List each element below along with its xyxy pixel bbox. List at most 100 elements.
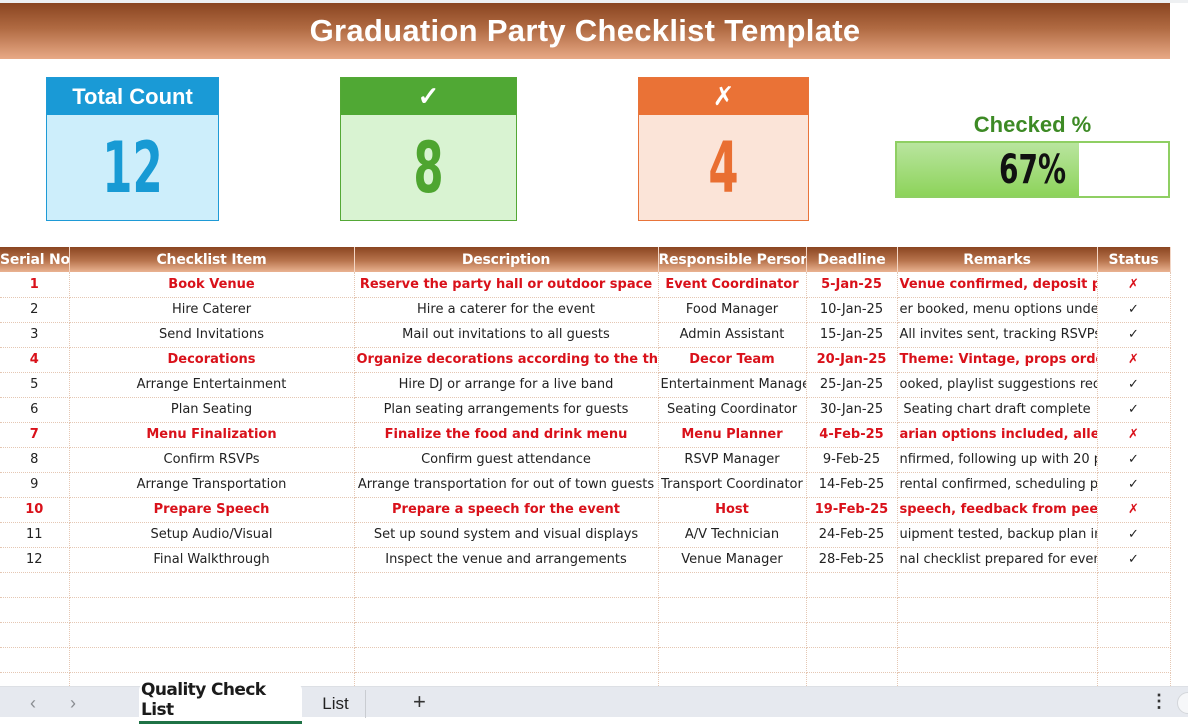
empty-cell[interactable] [658,572,807,598]
cell-responsible-person[interactable]: Event Coordinator [658,272,807,298]
cell-remarks[interactable]: Venue confirmed, deposit paid [897,272,1098,298]
header-remarks[interactable]: Remarks [897,247,1098,272]
empty-cell[interactable] [806,647,898,673]
cell-serial[interactable]: 6 [0,397,70,423]
empty-cell[interactable] [897,622,1098,648]
cell-description[interactable]: Hire a caterer for the event [354,297,659,323]
cell-checklist-item[interactable]: Decorations [69,347,355,373]
empty-cell[interactable] [1097,597,1171,623]
empty-cell[interactable] [897,572,1098,598]
cell-responsible-person[interactable]: Menu Planner [658,422,807,448]
cell-deadline[interactable]: 20-Jan-25 [806,347,898,373]
header-checklist-item[interactable]: Checklist Item [69,247,355,272]
cell-deadline[interactable]: 14-Feb-25 [806,472,898,498]
cell-checklist-item[interactable]: Menu Finalization [69,422,355,448]
cell-status[interactable]: ✓ [1097,447,1171,473]
empty-cell[interactable] [806,572,898,598]
empty-cell[interactable] [806,622,898,648]
cell-status[interactable]: ✗ [1097,347,1171,373]
empty-cell[interactable] [354,572,659,598]
empty-cell[interactable] [1097,622,1171,648]
tab-quality-check-list[interactable]: Quality Check List [139,680,302,724]
cell-status[interactable]: ✗ [1097,497,1171,523]
cell-deadline[interactable]: 19-Feb-25 [806,497,898,523]
cell-checklist-item[interactable]: Final Walkthrough [69,547,355,573]
cell-status[interactable]: ✓ [1097,547,1171,573]
header-responsible-person[interactable]: Responsible Person [658,247,807,272]
cell-remarks[interactable]: Seating chart draft complete [897,397,1098,423]
cell-description[interactable]: Set up sound system and visual displays [354,522,659,548]
cell-checklist-item[interactable]: Confirm RSVPs [69,447,355,473]
cell-remarks[interactable]: uipment tested, backup plan in pl [897,522,1098,548]
empty-cell[interactable] [69,647,355,673]
cell-status[interactable]: ✗ [1097,272,1171,298]
cell-checklist-item[interactable]: Setup Audio/Visual [69,522,355,548]
cell-responsible-person[interactable]: Seating Coordinator [658,397,807,423]
cell-responsible-person[interactable]: A/V Technician [658,522,807,548]
cell-responsible-person[interactable]: Entertainment Manager [658,372,807,398]
cell-serial[interactable]: 7 [0,422,70,448]
prev-sheet-icon[interactable]: ‹ [30,693,36,714]
empty-cell[interactable] [354,647,659,673]
cell-deadline[interactable]: 4-Feb-25 [806,422,898,448]
cell-serial[interactable]: 2 [0,297,70,323]
empty-cell[interactable] [806,597,898,623]
cell-serial[interactable]: 5 [0,372,70,398]
empty-cell[interactable] [69,597,355,623]
cell-remarks[interactable]: nal checklist prepared for event d [897,547,1098,573]
cell-responsible-person[interactable]: Venue Manager [658,547,807,573]
empty-cell[interactable] [354,622,659,648]
empty-cell[interactable] [658,622,807,648]
cell-description[interactable]: Reserve the party hall or outdoor space [354,272,659,298]
cell-description[interactable]: Inspect the venue and arrangements [354,547,659,573]
empty-cell[interactable] [897,647,1098,673]
cell-checklist-item[interactable]: Hire Caterer [69,297,355,323]
cell-responsible-person[interactable]: RSVP Manager [658,447,807,473]
cell-serial[interactable]: 8 [0,447,70,473]
cell-checklist-item[interactable]: Prepare Speech [69,497,355,523]
cell-remarks[interactable]: nfirmed, following up with 20 per [897,447,1098,473]
cell-description[interactable]: Prepare a speech for the event [354,497,659,523]
cell-status[interactable]: ✓ [1097,472,1171,498]
cell-description[interactable]: Arrange transportation for out of town g… [354,472,659,498]
cell-responsible-person[interactable]: Transport Coordinator [658,472,807,498]
cell-remarks[interactable]: arian options included, allergies [897,422,1098,448]
empty-cell[interactable] [1097,572,1171,598]
cell-deadline[interactable]: 24-Feb-25 [806,522,898,548]
empty-cell[interactable] [0,572,70,598]
cell-status[interactable]: ✓ [1097,372,1171,398]
cell-remarks[interactable]: ooked, playlist suggestions reque [897,372,1098,398]
empty-cell[interactable] [897,597,1098,623]
cell-deadline[interactable]: 10-Jan-25 [806,297,898,323]
cell-description[interactable]: Confirm guest attendance [354,447,659,473]
cell-serial[interactable]: 1 [0,272,70,298]
empty-cell[interactable] [0,597,70,623]
header-serial[interactable]: Serial No. [0,247,70,272]
cell-responsible-person[interactable]: Admin Assistant [658,322,807,348]
cell-description[interactable]: Mail out invitations to all guests [354,322,659,348]
empty-cell[interactable] [0,622,70,648]
header-description[interactable]: Description [354,247,659,272]
add-sheet-icon[interactable]: + [413,689,426,715]
empty-cell[interactable] [1097,647,1171,673]
cell-serial[interactable]: 10 [0,497,70,523]
tab-list[interactable]: List [306,690,366,718]
header-deadline[interactable]: Deadline [806,247,898,272]
cell-checklist-item[interactable]: Send Invitations [69,322,355,348]
cell-remarks[interactable]: Theme: Vintage, props ordered [897,347,1098,373]
cell-serial[interactable]: 9 [0,472,70,498]
cell-remarks[interactable]: rental confirmed, scheduling pick [897,472,1098,498]
empty-cell[interactable] [69,572,355,598]
more-options-icon[interactable]: ⋮ [1150,691,1168,712]
cell-description[interactable]: Plan seating arrangements for guests [354,397,659,423]
cell-deadline[interactable]: 5-Jan-25 [806,272,898,298]
cell-status[interactable]: ✗ [1097,422,1171,448]
cell-deadline[interactable]: 15-Jan-25 [806,322,898,348]
cell-status[interactable]: ✓ [1097,522,1171,548]
cell-responsible-person[interactable]: Host [658,497,807,523]
header-status[interactable]: Status [1097,247,1171,272]
cell-responsible-person[interactable]: Food Manager [658,297,807,323]
cell-remarks[interactable]: All invites sent, tracking RSVPs [897,322,1098,348]
cell-serial[interactable]: 11 [0,522,70,548]
cell-status[interactable]: ✓ [1097,397,1171,423]
